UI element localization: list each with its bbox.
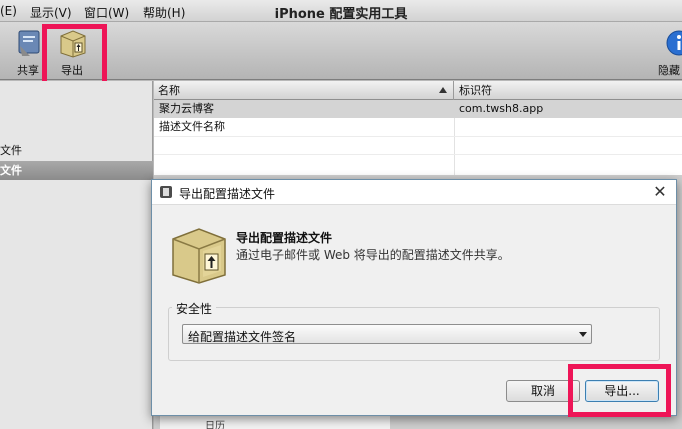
menu-help[interactable]: 帮助(H) <box>143 4 185 21</box>
app-icon <box>160 186 172 198</box>
row-divider <box>154 136 682 137</box>
table-row[interactable]: 描述文件名称 <box>154 118 682 136</box>
export-button[interactable]: 导出 <box>50 26 94 77</box>
column-name-label: 名称 <box>158 84 180 97</box>
package-icon <box>60 30 86 58</box>
dialog-title: 导出配置描述文件 <box>179 187 276 201</box>
table-header: 名称 标识符 <box>154 81 682 100</box>
sidebar: 文件 文件 <box>0 81 153 429</box>
hide-label: 隐藏 <box>658 64 680 77</box>
dialog-titlebar[interactable]: 导出配置描述文件 ✕ <box>152 180 676 205</box>
menu-window[interactable]: 窗口(W) <box>84 4 129 21</box>
menubar: (E) 显示(V) 窗口(W) 帮助(H) iPhone 配置实用工具 <box>0 0 682 22</box>
table-row[interactable]: 聚力云博客 com.twsh8.app <box>154 100 682 118</box>
security-select-value: 给配置描述文件签名 <box>188 330 297 344</box>
row-name: 聚力云博客 <box>159 102 214 115</box>
security-select[interactable]: 给配置描述文件签名 <box>182 324 592 344</box>
cancel-button[interactable]: 取消 <box>506 380 580 402</box>
dialog-description: 通过电子邮件或 Web 将导出的配置描述文件共享。 <box>236 248 510 262</box>
toolbar: 共享 导出 隐藏 <box>0 22 682 80</box>
column-header-name[interactable]: 名称 <box>154 81 454 100</box>
sidebar-item-profiles[interactable]: 文件 <box>0 161 153 180</box>
menu-view[interactable]: 显示(V) <box>30 4 72 21</box>
lower-strip <box>160 414 390 429</box>
security-label: 安全性 <box>172 300 217 317</box>
sidebar-item-files[interactable]: 文件 <box>0 141 153 160</box>
row-divider <box>154 154 682 155</box>
export-label: 导出 <box>61 64 83 77</box>
share-label: 共享 <box>17 64 39 77</box>
column-header-identifier[interactable]: 标识符 <box>455 81 682 100</box>
export-confirm-button[interactable]: 导出... <box>585 380 659 402</box>
hide-button[interactable]: 隐藏 <box>650 26 682 77</box>
info-icon <box>666 30 682 56</box>
package-icon <box>172 228 226 284</box>
row-name: 描述文件名称 <box>159 120 225 133</box>
menu-edit[interactable]: (E) <box>0 4 17 18</box>
export-dialog: 导出配置描述文件 ✕ 导出配置描述文件 通过电子邮件或 Web 将导出的配置描述… <box>151 179 677 416</box>
share-button[interactable]: 共享 <box>6 26 50 77</box>
sort-ascending-icon <box>439 87 447 93</box>
dialog-heading: 导出配置描述文件 <box>236 231 333 245</box>
chevron-down-icon <box>579 332 587 337</box>
share-icon <box>18 30 40 56</box>
close-icon[interactable]: ✕ <box>650 182 670 202</box>
row-identifier: com.twsh8.app <box>459 102 544 115</box>
calendar-label: 日历 <box>205 421 225 429</box>
